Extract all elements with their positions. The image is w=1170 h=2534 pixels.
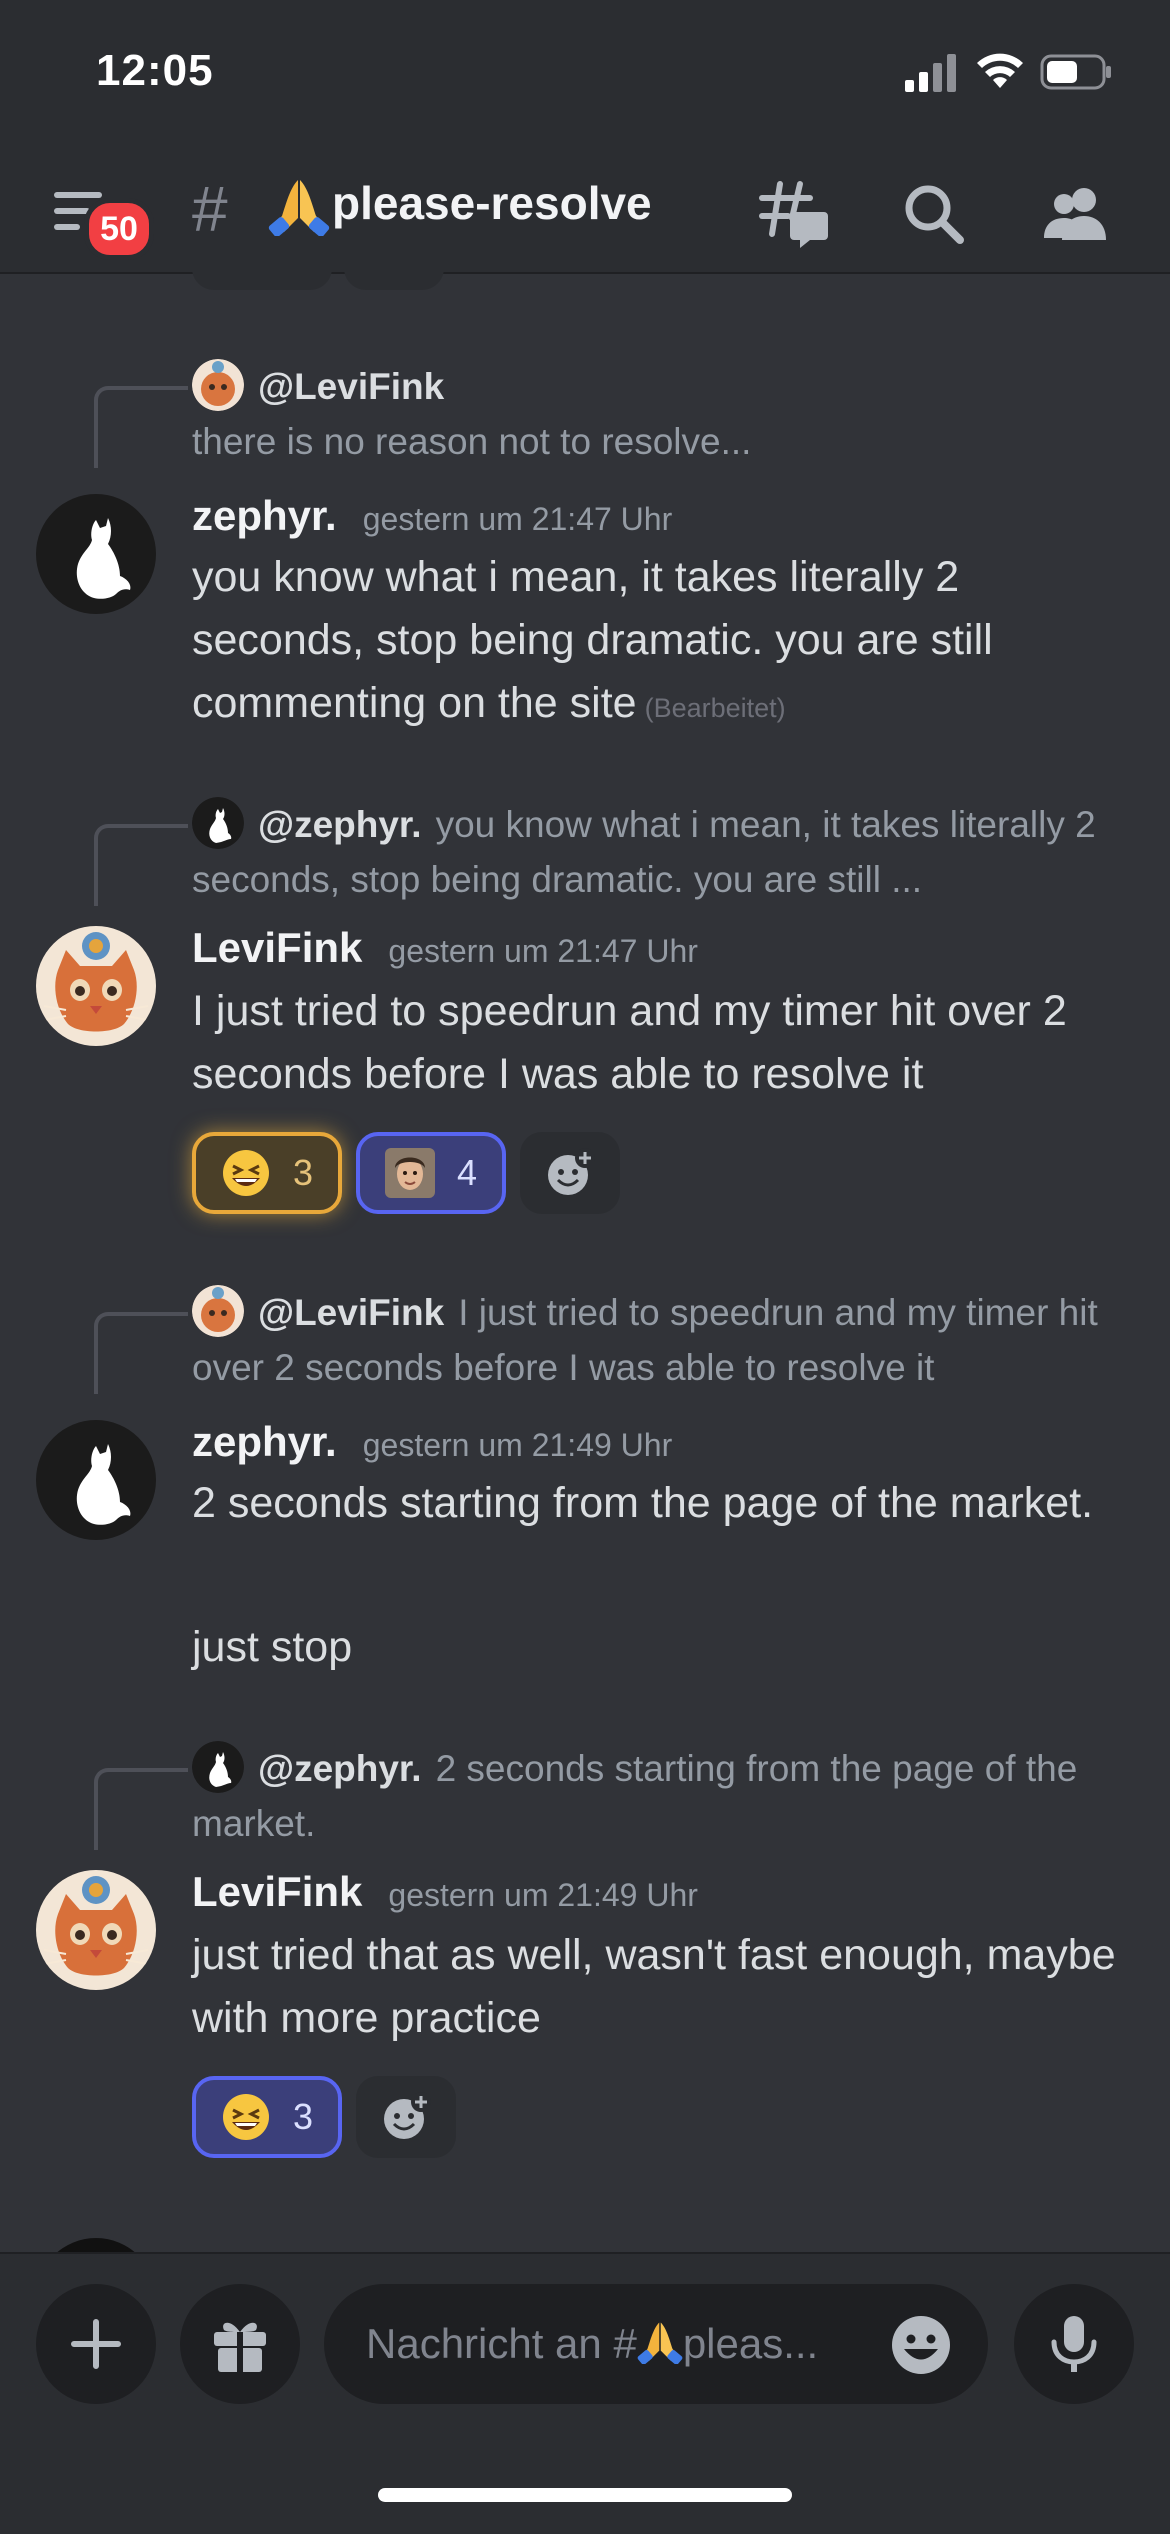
avatar [192, 359, 244, 412]
reaction-chip[interactable] [192, 272, 332, 290]
message-timestamp: gestern um 21:47 Uhr [362, 501, 673, 537]
plus-icon [71, 2319, 121, 2369]
message-author[interactable]: LeviFink gestern um 21:47 Uhr [192, 924, 698, 972]
reply-connector [94, 386, 188, 468]
emoji-picker-icon[interactable] [890, 2314, 952, 2376]
reaction-count: 3 [292, 1152, 314, 1193]
message-author[interactable]: LeviFink gestern um 21:49 Uhr [192, 1868, 698, 1916]
reactions-bar: 3 4 [192, 1132, 620, 1214]
avatar [192, 1285, 244, 1338]
reaction-count: 4 [456, 1152, 478, 1193]
reply-text: there is no reason not to resolve... [192, 421, 752, 463]
add-reaction-icon [384, 2092, 431, 2139]
reply-mention[interactable]: @LeviFink [258, 1292, 444, 1333]
avatar [192, 1741, 244, 1794]
avatar[interactable] [36, 926, 156, 1046]
microphone-icon [1051, 2316, 1097, 2372]
avatar[interactable] [36, 1870, 156, 1990]
message-content: just tried that as well, wasn't fast eno… [192, 1931, 1116, 2042]
avatar [36, 2238, 156, 2252]
reply-preview[interactable]: @LeviFink there is no reason not to resol… [192, 359, 1126, 469]
message-timestamp: gestern um 21:49 Uhr [388, 1877, 698, 1913]
message-author[interactable]: zephyr. gestern um 21:47 Uhr [192, 492, 672, 540]
voice-message-button[interactable] [1014, 2284, 1134, 2404]
message-timestamp: gestern um 21:49 Uhr [362, 1427, 673, 1463]
reply-mention[interactable]: @zephyr. [258, 1748, 422, 1789]
reply-connector [94, 824, 188, 906]
avatar[interactable] [36, 1420, 156, 1540]
search-icon[interactable] [898, 178, 970, 250]
message-content: you know what i mean, it takes literally… [192, 553, 993, 727]
gift-icon [214, 2322, 266, 2372]
channel-hash-icon: # [192, 173, 228, 245]
message-content: I just tried to speedrun and my timer hi… [192, 987, 1067, 1098]
attach-button[interactable] [36, 2284, 156, 2404]
battery-icon [1040, 54, 1111, 90]
message-input[interactable]: Nachricht an # pleas... [324, 2284, 988, 2404]
message-content: 2 seconds starting from the page of the … [192, 1479, 1094, 1527]
reactions-bar: 3 [192, 2076, 456, 2158]
reply-connector [94, 1312, 188, 1394]
add-reaction-button[interactable] [356, 2076, 456, 2158]
reaction-chip[interactable] [344, 272, 444, 290]
status-time: 12:05 [96, 46, 214, 95]
reply-mention[interactable]: @zephyr. [258, 804, 422, 845]
reply-preview[interactable]: @zephyr. 2 seconds starting from the page… [192, 1741, 1126, 1851]
reaction-laughing[interactable]: 3 [192, 1132, 342, 1214]
gift-button[interactable] [180, 2284, 300, 2404]
notification-badge: 50 [84, 198, 154, 260]
folded-hands-icon [637, 2322, 683, 2365]
cellular-signal-icon [905, 54, 956, 92]
edited-label: (Bearbeitet) [644, 693, 786, 723]
threads-icon[interactable] [758, 178, 830, 250]
channel-header: 50 # please-resolve [0, 150, 1170, 274]
members-icon[interactable] [1040, 178, 1112, 250]
add-reaction-icon [548, 1148, 595, 1195]
reaction-laughing[interactable]: 3 [192, 2076, 342, 2158]
message-list[interactable]: @LeviFink there is no reason not to resol… [0, 272, 1170, 2252]
home-indicator[interactable] [378, 2488, 792, 2502]
laughing-face-icon [222, 2094, 269, 2140]
reply-connector [94, 1768, 188, 1850]
reply-preview[interactable]: @zephyr. you know what i mean, it takes l… [192, 797, 1126, 907]
add-reaction-button[interactable] [520, 1132, 620, 1214]
person-face-icon [384, 1148, 435, 1198]
laughing-face-icon [222, 1150, 269, 1196]
wifi-icon [977, 53, 1023, 88]
message-timestamp: gestern um 21:47 Uhr [388, 933, 698, 969]
channel-name[interactable]: please-resolve [332, 176, 652, 230]
avatar [192, 797, 244, 850]
status-bar: 12:05 [0, 0, 1170, 150]
reaction-count: 3 [292, 2096, 314, 2137]
reply-preview[interactable]: @LeviFink I just tried to speedrun and my… [192, 1285, 1126, 1395]
folded-hands-icon [268, 180, 330, 236]
message-placeholder: Nachricht an # pleas... [366, 2320, 819, 2367]
avatar[interactable] [36, 494, 156, 614]
message-content: just stop [192, 1623, 353, 1671]
reaction-avatar[interactable]: 4 [356, 1132, 506, 1214]
reply-mention[interactable]: @LeviFink [258, 366, 444, 407]
message-author[interactable]: zephyr. gestern um 21:49 Uhr [192, 1418, 672, 1466]
